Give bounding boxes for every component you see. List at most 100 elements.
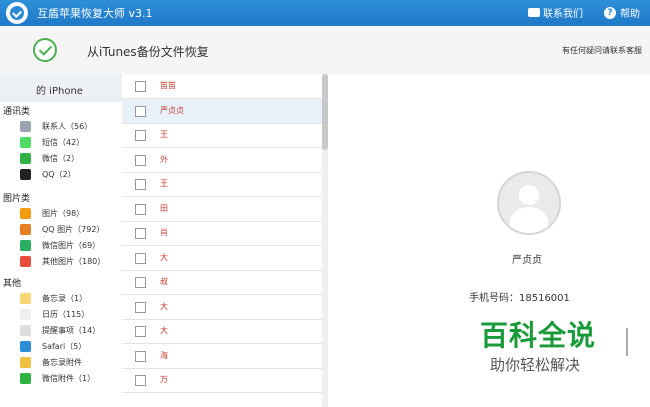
contact-checkbox[interactable]: [135, 326, 146, 337]
watermark-title: 百科全说: [480, 319, 597, 352]
sidebar-item-label: 日历（115）: [42, 310, 90, 319]
contact-row-name: 海: [160, 350, 168, 360]
sidebar-item[interactable]: 备忘录附件: [20, 356, 120, 370]
sidebar-item-label: QQ 图片（792）: [42, 225, 105, 234]
contact-row-name: 大: [160, 326, 168, 335]
category-header: 其他: [3, 279, 22, 289]
contact-row-name: 万: [160, 375, 168, 384]
contact-us-link[interactable]: 联系我们: [528, 3, 583, 20]
notes-icon: [20, 293, 31, 304]
other-photos-icon: [20, 256, 31, 267]
sidebar-item-label: 提醒事项（14）: [42, 326, 101, 335]
contact-row[interactable]: 王: [122, 123, 322, 148]
contact-phone: 手机号码：18516001: [469, 293, 570, 304]
sidebar-item-label: QQ（2）: [42, 170, 76, 179]
device-label: 的 iPhone: [36, 86, 83, 97]
safari-icon: [20, 341, 31, 352]
app-logo-icon: [6, 2, 28, 24]
sidebar-item[interactable]: 微信（2）: [20, 152, 120, 166]
contact-checkbox[interactable]: [135, 252, 146, 264]
category-header: 通讯类: [3, 107, 31, 117]
contact-checkbox[interactable]: [135, 179, 146, 190]
contact-us-label: 联系我们: [543, 9, 583, 20]
sidebar-item[interactable]: 其他图片（180）: [20, 255, 120, 269]
contact-row[interactable]: 万: [122, 368, 322, 393]
contact-row[interactable]: 大: [122, 295, 322, 320]
watermark-subtitle: 助你轻松解决: [490, 356, 581, 374]
contact-checkbox[interactable]: [135, 81, 146, 92]
contact-row[interactable]: 王: [122, 172, 322, 197]
sms-icon: [20, 137, 31, 148]
contact-row-name: 王: [160, 179, 168, 188]
app-title: 互盾苹果恢复大师 v3.1: [37, 7, 153, 20]
reminders-icon: [20, 325, 31, 336]
sidebar-item[interactable]: 图片（98）: [20, 207, 120, 221]
contact-row-name: 大: [160, 252, 168, 262]
contact-row[interactable]: 外: [122, 148, 322, 173]
contact-list: 笛笛 严贞贞王外王田肖大叔大大海万: [122, 74, 322, 407]
contact-row[interactable]: 海: [122, 344, 322, 369]
sidebar-item[interactable]: 短信（42）: [20, 136, 120, 150]
contact-checkbox[interactable]: [135, 130, 146, 141]
sidebar-item[interactable]: 备忘录（1）: [20, 292, 120, 306]
contact-row-name: 田: [160, 203, 168, 213]
contact-checkbox[interactable]: [135, 375, 146, 386]
contact-row[interactable]: 笛笛: [122, 74, 322, 99]
chat-icon: [528, 3, 540, 17]
help-icon: ?: [604, 6, 616, 19]
wechat-attachment-icon: [20, 373, 31, 384]
category-sidebar: 的 iPhone 通讯类联系人（56） 短信（42） 微信（2） QQ（2） 图片类图片…: [0, 74, 123, 407]
sidebar-item[interactable]: 微信图片（69）: [20, 239, 120, 253]
contacts-icon: [20, 121, 31, 132]
page-title: 从iTunes备份文件恢复: [87, 45, 209, 59]
sidebar-item[interactable]: QQ（2）: [20, 168, 120, 182]
contact-checkbox[interactable]: [135, 228, 146, 239]
qq-photos-icon: [20, 224, 31, 235]
sidebar-item-label: 其他图片（180）: [42, 257, 106, 266]
sidebar-item[interactable]: 日历（115）: [20, 308, 120, 322]
contact-row-name: 严贞贞: [160, 105, 184, 115]
contact-row-name: 外: [160, 154, 168, 164]
contact-checkbox[interactable]: [135, 277, 146, 288]
sidebar-item-label: 微信（2）: [42, 154, 80, 163]
contact-detail-panel: 严贞贞 手机号码：18516001 百科全说 助你轻松解决: [328, 74, 650, 407]
sidebar-item[interactable]: 提醒事项（14）: [20, 324, 120, 338]
contact-row[interactable]: 严贞贞: [122, 98, 322, 124]
calendar-icon: [20, 309, 31, 320]
sidebar-item-label: 联系人（56）: [42, 122, 93, 131]
contact-checkbox[interactable]: [135, 350, 146, 362]
contact-row[interactable]: 肖: [122, 221, 322, 246]
avatar: [497, 171, 561, 235]
contact-row-name: 叔: [160, 277, 168, 286]
contact-name: 严贞贞: [512, 255, 542, 266]
contact-row[interactable]: 大: [122, 319, 322, 344]
wechat-icon: [20, 153, 31, 164]
contact-checkbox[interactable]: [135, 203, 146, 215]
sidebar-item[interactable]: 联系人（56）: [20, 120, 120, 134]
page-header: 从iTunes备份文件恢复 有任何疑问请联系客服: [0, 26, 650, 75]
contact-row-name: 王: [160, 130, 168, 139]
contact-checkbox[interactable]: [135, 301, 146, 313]
sidebar-item-label: Safari（5）: [42, 342, 87, 351]
contact-row[interactable]: 叔: [122, 270, 322, 295]
watermark-divider: [626, 328, 628, 356]
contact-checkbox[interactable]: [135, 105, 146, 117]
sidebar-item[interactable]: 微信附件（1）: [20, 372, 120, 386]
device-item[interactable]: 的 iPhone: [0, 74, 122, 102]
help-link[interactable]: ? 帮助: [604, 5, 640, 20]
wechat-photos-icon: [20, 240, 31, 251]
support-note: 有任何疑问请联系客服: [562, 46, 642, 55]
title-bar: 互盾苹果恢复大师 v3.1 联系我们 ? 帮助: [0, 0, 650, 26]
contact-row-name: 肖: [160, 228, 168, 237]
sidebar-item-label: 图片（98）: [42, 209, 85, 218]
contact-checkbox[interactable]: [135, 154, 146, 166]
sidebar-item-label: 备忘录（1）: [42, 294, 88, 303]
contact-row[interactable]: 大: [122, 246, 322, 271]
contact-row-name: 大: [160, 301, 168, 311]
notes-attachment-icon: [20, 357, 31, 368]
contact-row[interactable]: 田: [122, 197, 322, 222]
sidebar-item[interactable]: Safari（5）: [20, 340, 120, 354]
photos-icon: [20, 208, 31, 219]
sidebar-item[interactable]: QQ 图片（792）: [20, 223, 120, 237]
category-header: 图片类: [3, 194, 31, 204]
